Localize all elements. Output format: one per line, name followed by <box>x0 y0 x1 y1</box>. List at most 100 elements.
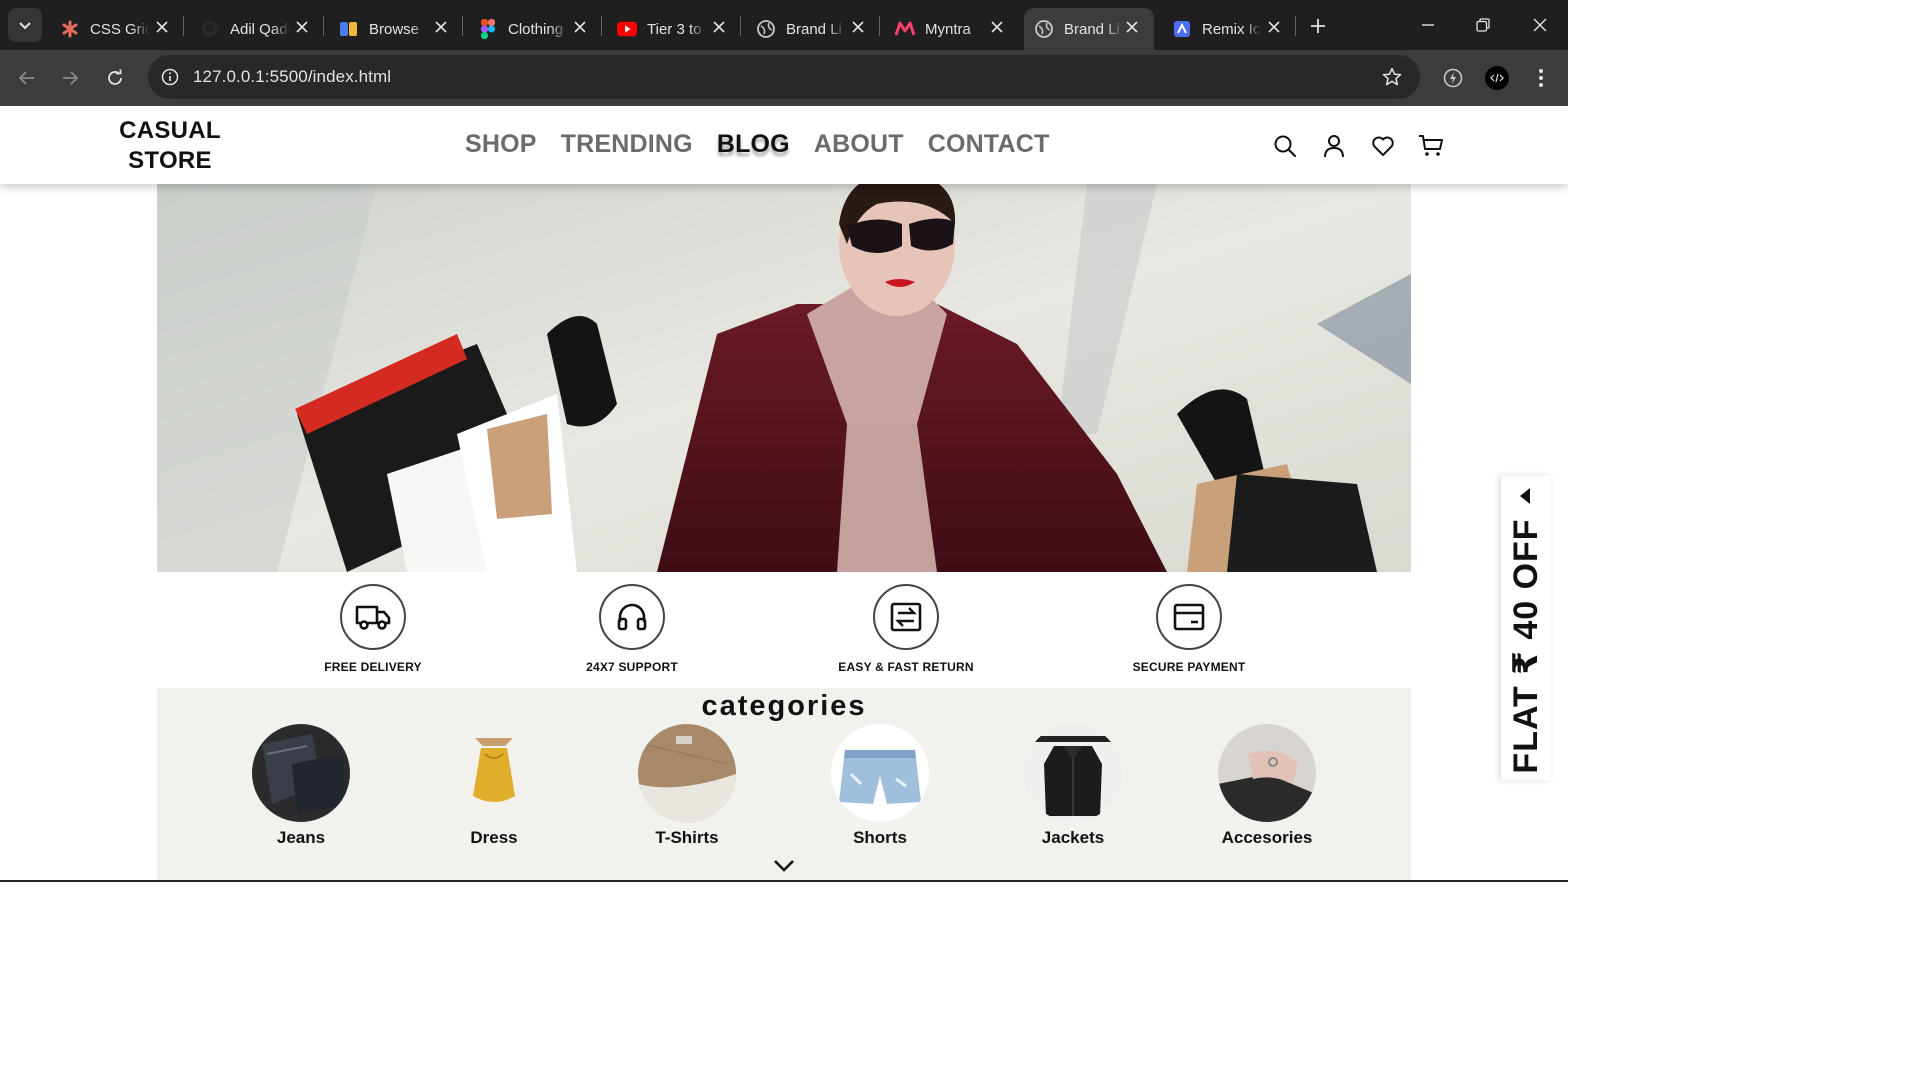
browser-tab[interactable]: Remix Ic <box>1162 8 1296 50</box>
restore-icon <box>1476 18 1490 32</box>
new-tab-button[interactable] <box>1304 12 1332 40</box>
back-button[interactable] <box>10 61 44 95</box>
close-icon[interactable] <box>152 17 172 37</box>
category-image <box>1218 724 1316 822</box>
tab-title: Myntra <box>925 20 971 38</box>
feature-support: 24X7 SUPPORT <box>552 584 712 674</box>
remix-icon <box>1172 19 1192 39</box>
nav-blog[interactable]: BLOG <box>717 130 790 159</box>
globe-icon <box>756 19 776 39</box>
category-label: Accesories <box>1221 828 1313 847</box>
reload-icon <box>108 69 122 85</box>
nav-about[interactable]: ABOUT <box>814 130 904 159</box>
tab-search-button[interactable] <box>8 8 42 42</box>
more-vertical-icon <box>1539 69 1543 87</box>
tab-separator <box>740 16 741 36</box>
tab-separator <box>323 16 324 36</box>
category-image <box>831 724 929 822</box>
tab-separator <box>462 16 463 36</box>
minimize-icon <box>1422 24 1434 26</box>
address-bar[interactable]: 127.0.0.1:5500/index.html <box>148 55 1420 99</box>
browser-tab[interactable]: Brand Li <box>746 8 880 50</box>
tab-separator <box>183 16 184 36</box>
category-label: Dress <box>470 828 518 847</box>
category-label: Jackets <box>1041 828 1105 847</box>
category-label: Jeans <box>276 828 326 847</box>
browser-tab[interactable]: CSS Grid <box>50 8 184 50</box>
arrow-right-icon <box>63 71 79 85</box>
exchange-icon <box>873 584 939 650</box>
myntra-icon <box>895 19 915 39</box>
feature-label: FREE DELIVERY <box>324 660 422 674</box>
chevron-down-icon[interactable] <box>772 856 796 876</box>
browser-tab[interactable]: Myntra <box>885 8 1019 50</box>
browser-tab-active[interactable]: Brand Li <box>1024 8 1154 50</box>
categories-title: categories <box>701 690 867 722</box>
browser-tab[interactable]: Clothing <box>468 8 602 50</box>
close-icon[interactable] <box>570 17 590 37</box>
close-icon[interactable] <box>848 17 868 37</box>
arrow-left-icon <box>18 71 34 85</box>
logo-icon <box>339 19 359 39</box>
browser-tab[interactable]: Tier 3 to <box>607 8 741 50</box>
url-text[interactable]: 127.0.0.1:5500/index.html <box>193 67 391 87</box>
user-icon[interactable] <box>1321 133 1347 159</box>
globe-icon <box>1034 19 1054 39</box>
caret-left-icon[interactable] <box>1515 486 1535 506</box>
devtools-extension-button[interactable] <box>1483 64 1511 92</box>
close-icon[interactable] <box>709 17 729 37</box>
offer-text: FLAT ₹ 40 OFF <box>1507 518 1545 774</box>
nav-trending[interactable]: TRENDING <box>561 130 693 159</box>
minimize-button[interactable] <box>1413 10 1443 40</box>
close-icon[interactable] <box>1122 17 1142 37</box>
nav-contact[interactable]: CONTACT <box>928 130 1050 159</box>
category-image <box>1024 724 1122 822</box>
heart-icon[interactable] <box>1370 133 1396 159</box>
site-logo[interactable]: CASUAL STORE <box>110 116 230 176</box>
close-icon[interactable] <box>292 17 312 37</box>
browser-tab[interactable]: Adil Qadri <box>190 8 324 50</box>
forward-button[interactable] <box>53 61 87 95</box>
feature-label: SECURE PAYMENT <box>1132 660 1246 674</box>
category-image <box>445 724 543 822</box>
tab-title: Clothing <box>508 20 564 38</box>
youtube-icon <box>617 19 637 39</box>
performance-extension-button[interactable] <box>1439 64 1467 92</box>
category-jeans[interactable]: Jeans <box>241 724 361 848</box>
close-icon[interactable] <box>987 17 1007 37</box>
feature-label: 24X7 SUPPORT <box>586 660 678 674</box>
reload-button[interactable] <box>98 61 132 95</box>
close-window-button[interactable] <box>1525 10 1555 40</box>
close-icon[interactable] <box>431 17 451 37</box>
search-icon[interactable] <box>1272 133 1298 159</box>
plus-icon <box>1311 19 1325 33</box>
browser-tab[interactable]: Browse <box>329 8 463 50</box>
category-image <box>252 724 350 822</box>
category-shorts[interactable]: Shorts <box>820 724 940 848</box>
category-dress[interactable]: Dress <box>434 724 554 848</box>
category-accesories[interactable]: Accesories <box>1207 724 1327 848</box>
web-page: CASUAL STORE SHOP TRENDING BLOG ABOUT CO… <box>0 106 1568 882</box>
tab-title: Tier 3 to <box>647 20 702 38</box>
feature-free-delivery: FREE DELIVERY <box>293 584 453 674</box>
logo-line-2: STORE <box>128 147 212 174</box>
headphones-icon <box>599 584 665 650</box>
nav-shop[interactable]: SHOP <box>465 130 537 159</box>
cart-icon[interactable] <box>1418 133 1444 159</box>
feature-secure-payment: SECURE PAYMENT <box>1109 584 1269 674</box>
browser-menu-button[interactable] <box>1527 64 1555 92</box>
category-jackets[interactable]: Jackets <box>1013 724 1133 848</box>
bookmark-star-icon[interactable] <box>1380 65 1404 89</box>
category-image <box>638 724 736 822</box>
close-icon <box>1533 18 1547 32</box>
truck-icon <box>340 584 406 650</box>
offer-side-tab[interactable]: FLAT ₹ 40 OFF <box>1501 476 1551 780</box>
site-info-icon[interactable] <box>158 65 182 89</box>
code-icon <box>1485 66 1509 90</box>
lightning-icon <box>1443 68 1463 88</box>
category-tshirts[interactable]: T-Shirts <box>627 724 747 848</box>
tab-title: Brand Li <box>786 20 842 38</box>
close-icon[interactable] <box>1264 17 1284 37</box>
tab-title: Browse <box>369 20 420 38</box>
restore-button[interactable] <box>1468 10 1498 40</box>
